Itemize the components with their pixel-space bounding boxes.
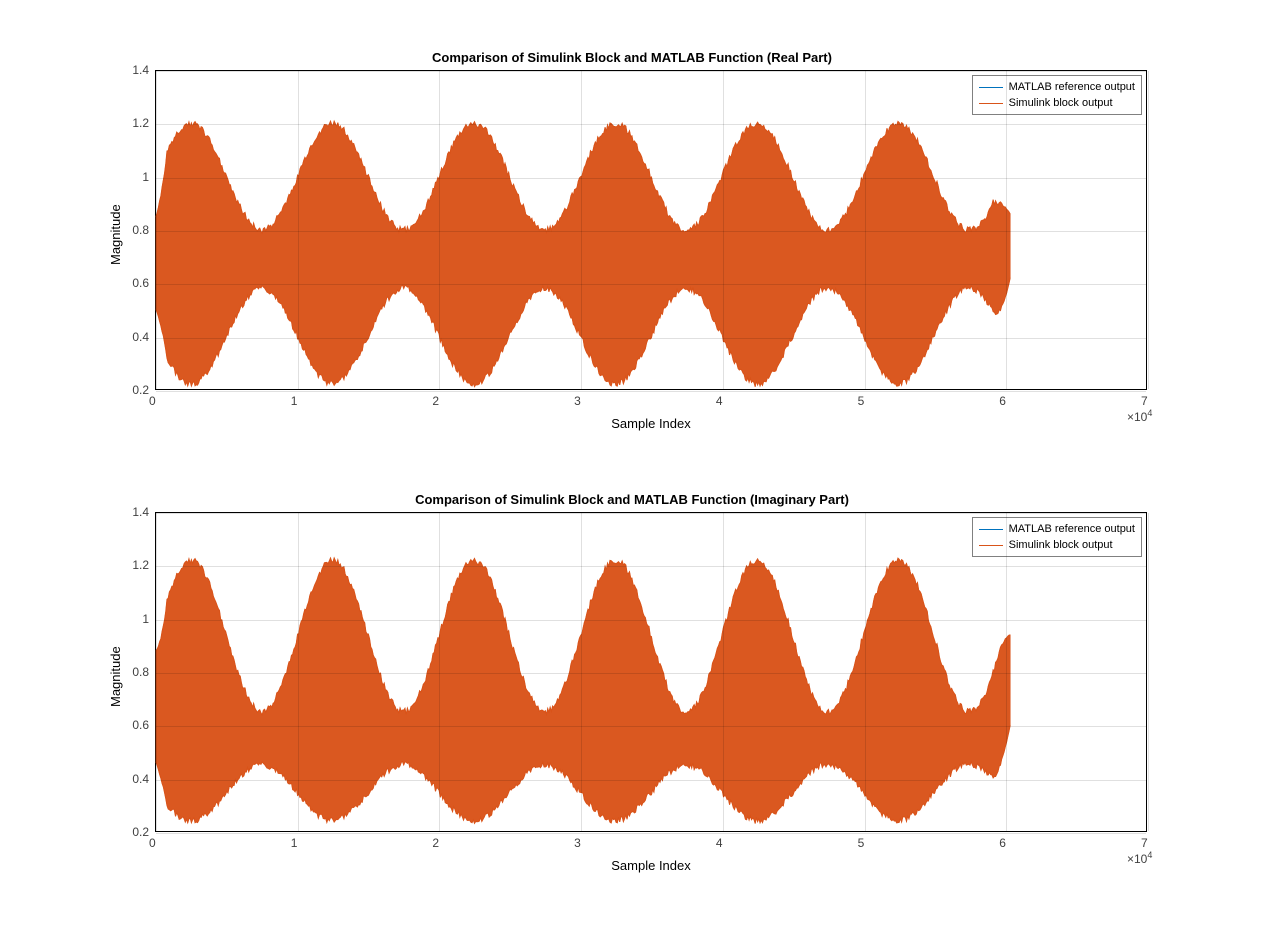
ytick-label: 0.4 <box>123 330 149 344</box>
grid-line <box>1006 71 1007 389</box>
ytick-label: 1 <box>123 612 149 626</box>
ytick-label: 0.8 <box>123 223 149 237</box>
grid-line <box>156 178 1146 179</box>
legend-entry-matlab: MATLAB reference output <box>979 79 1135 95</box>
grid-line <box>156 284 1146 285</box>
xtick-label: 6 <box>999 836 1006 850</box>
subplot1-plot-area <box>156 71 1146 389</box>
grid-line <box>156 566 1146 567</box>
x-exponent: ×104 <box>1127 850 1152 866</box>
subplot2-plot-area <box>156 513 1146 831</box>
grid-line <box>581 71 582 389</box>
simulink-series <box>156 121 1010 387</box>
matlab-figure: Comparison of Simulink Block and MATLAB … <box>0 0 1264 931</box>
simulink-series <box>156 558 1010 824</box>
grid-line <box>156 231 1146 232</box>
grid-line <box>156 391 1146 392</box>
legend-swatch-matlab <box>979 87 1003 88</box>
grid-line <box>865 513 866 831</box>
grid-line <box>156 71 1146 72</box>
ytick-label: 0.2 <box>123 825 149 839</box>
legend-entry-matlab: MATLAB reference output <box>979 521 1135 537</box>
grid-line <box>156 780 1146 781</box>
subplot2-title: Comparison of Simulink Block and MATLAB … <box>0 492 1264 507</box>
ytick-label: 0.4 <box>123 772 149 786</box>
grid-line <box>439 513 440 831</box>
xtick-label: 3 <box>574 836 581 850</box>
grid-line <box>156 620 1146 621</box>
legend-label-simulink: Simulink block output <box>1009 97 1113 109</box>
xtick-label: 2 <box>432 394 439 408</box>
grid-line <box>298 71 299 389</box>
xtick-label: 4 <box>716 836 723 850</box>
grid-line <box>1148 513 1149 831</box>
grid-line <box>156 338 1146 339</box>
xtick-label: 7 <box>1141 394 1148 408</box>
xtick-label: 0 <box>149 394 156 408</box>
subplot1-legend: MATLAB reference output Simulink block o… <box>972 75 1142 115</box>
xtick-label: 0 <box>149 836 156 850</box>
ytick-label: 0.2 <box>123 383 149 397</box>
ytick-label: 1.4 <box>123 63 149 77</box>
ytick-label: 0.6 <box>123 718 149 732</box>
subplot1-xlabel: Sample Index <box>155 416 1147 431</box>
grid-line <box>1006 513 1007 831</box>
ytick-label: 1 <box>123 170 149 184</box>
grid-line <box>298 513 299 831</box>
legend-label-simulink: Simulink block output <box>1009 539 1113 551</box>
grid-line <box>156 71 157 389</box>
subplot1-ylabel: Magnitude <box>108 204 123 265</box>
subplot1-title: Comparison of Simulink Block and MATLAB … <box>0 50 1264 65</box>
xtick-label: 6 <box>999 394 1006 408</box>
ytick-label: 1.2 <box>123 558 149 572</box>
legend-entry-simulink: Simulink block output <box>979 537 1135 553</box>
grid-line <box>156 513 157 831</box>
legend-swatch-matlab <box>979 529 1003 530</box>
xtick-label: 1 <box>291 836 298 850</box>
ytick-label: 1.4 <box>123 505 149 519</box>
grid-line <box>439 71 440 389</box>
xtick-label: 3 <box>574 394 581 408</box>
grid-line <box>156 124 1146 125</box>
grid-line <box>723 513 724 831</box>
subplot1-axes: MATLAB reference output Simulink block o… <box>155 70 1147 390</box>
grid-line <box>156 673 1146 674</box>
legend-entry-simulink: Simulink block output <box>979 95 1135 111</box>
subplot2-axes: MATLAB reference output Simulink block o… <box>155 512 1147 832</box>
ytick-label: 1.2 <box>123 116 149 130</box>
legend-label-matlab: MATLAB reference output <box>1009 81 1135 93</box>
grid-line <box>865 71 866 389</box>
xtick-label: 2 <box>432 836 439 850</box>
grid-line <box>156 726 1146 727</box>
xtick-label: 4 <box>716 394 723 408</box>
legend-swatch-simulink <box>979 103 1003 104</box>
grid-line <box>156 833 1146 834</box>
xtick-label: 5 <box>858 836 865 850</box>
subplot2-ylabel: Magnitude <box>108 646 123 707</box>
xtick-label: 1 <box>291 394 298 408</box>
x-exponent: ×104 <box>1127 408 1152 424</box>
legend-label-matlab: MATLAB reference output <box>1009 523 1135 535</box>
ytick-label: 0.6 <box>123 276 149 290</box>
legend-swatch-simulink <box>979 545 1003 546</box>
grid-line <box>156 513 1146 514</box>
subplot2-xlabel: Sample Index <box>155 858 1147 873</box>
xtick-label: 7 <box>1141 836 1148 850</box>
xtick-label: 5 <box>858 394 865 408</box>
ytick-label: 0.8 <box>123 665 149 679</box>
subplot2-legend: MATLAB reference output Simulink block o… <box>972 517 1142 557</box>
grid-line <box>1148 71 1149 389</box>
grid-line <box>723 71 724 389</box>
grid-line <box>581 513 582 831</box>
